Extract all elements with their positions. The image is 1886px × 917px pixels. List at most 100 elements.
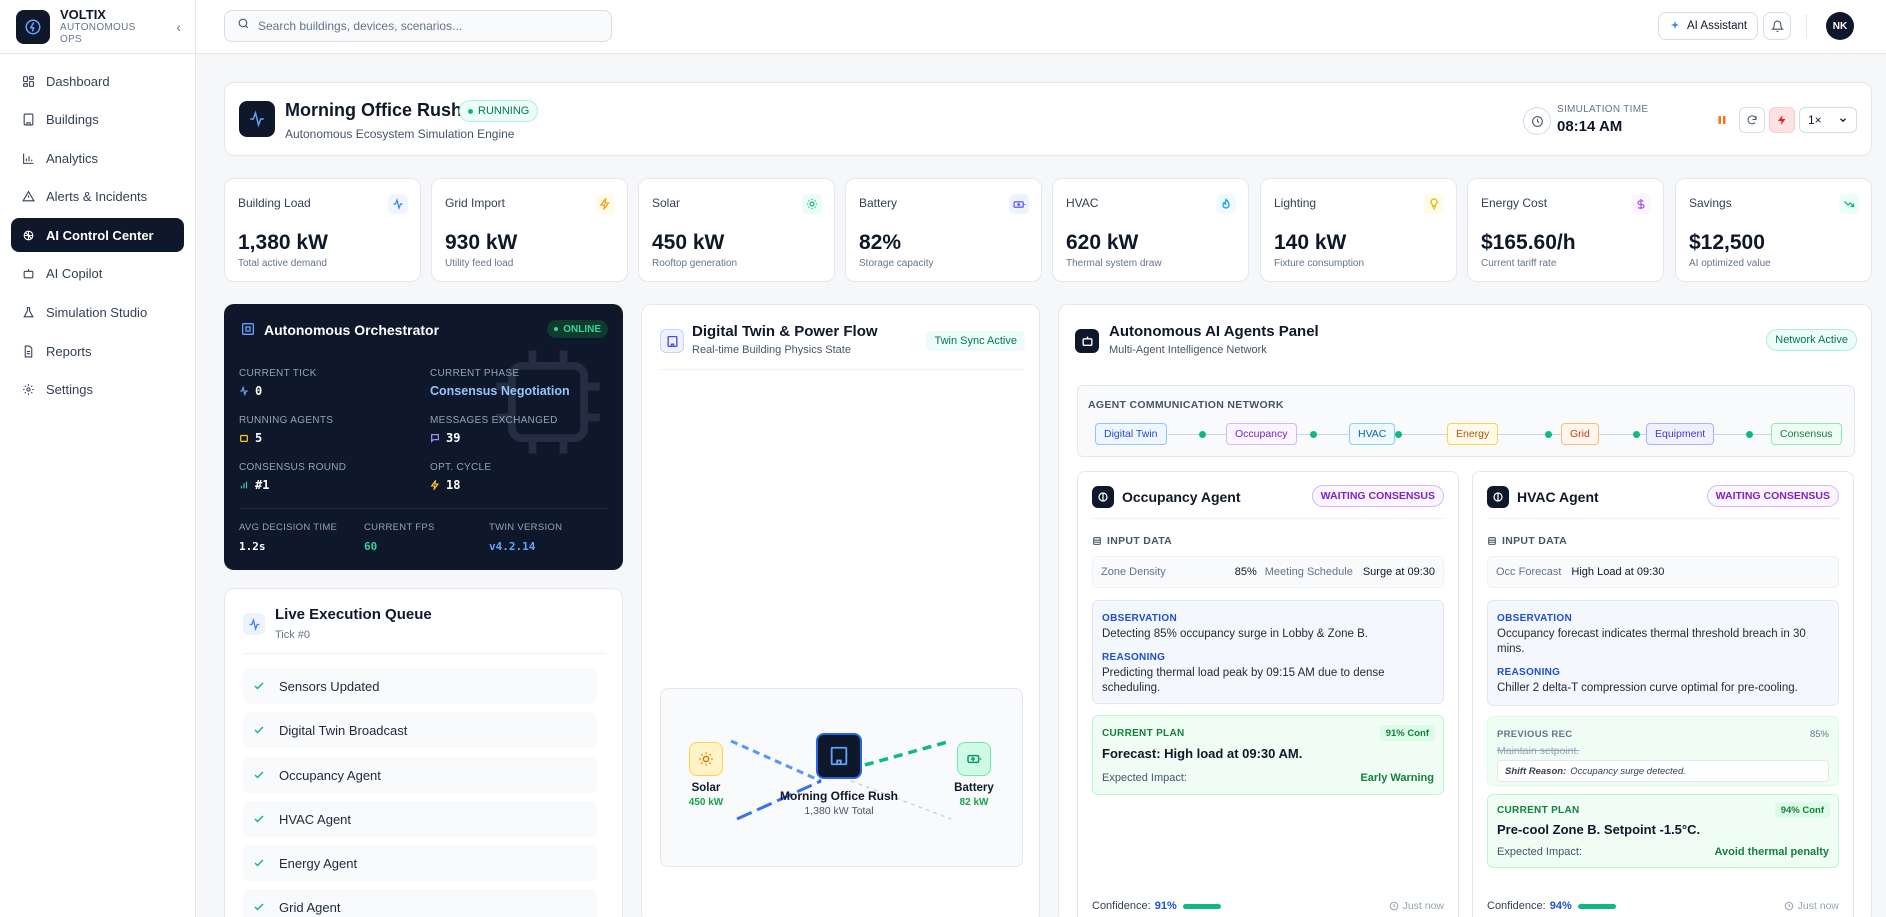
live-execution-queue: Live Execution Queue Tick #0 Sensors Upd… <box>224 588 623 917</box>
hvac-agent-card: HVAC Agent WAITING CONSENSUS INPUT DATA … <box>1472 471 1854 917</box>
collapse-sidebar-icon[interactable]: ‹ <box>176 19 181 35</box>
input-data-text: INPUT DATA <box>1502 535 1568 547</box>
previous-rec-label: PREVIOUS REC <box>1497 729 1573 740</box>
brain-icon <box>21 228 35 242</box>
speed-select[interactable]: 1× <box>1799 107 1857 133</box>
divider <box>1487 518 1839 519</box>
impact-value: Early Warning <box>1360 772 1434 784</box>
confidence-bar <box>1182 903 1221 909</box>
network-node-digital-twin[interactable]: Digital Twin <box>1095 423 1167 445</box>
building-icon <box>660 329 684 353</box>
timestamp: Just now <box>1389 900 1444 912</box>
opt-cycle-value: 18 <box>430 478 460 492</box>
reasoning-label: REASONING <box>1497 667 1561 678</box>
check-icon <box>254 903 264 911</box>
brand-subtitle: AUTONOMOUS OPS <box>60 22 136 45</box>
sidebar-item-analytics[interactable]: Analytics <box>11 141 184 175</box>
network-node-energy[interactable]: Energy <box>1447 423 1499 445</box>
sidebar-item-ai-copilot[interactable]: AI Copilot <box>11 257 184 291</box>
sidebar: VOLTIX AUTONOMOUS OPS ‹ Dashboard Buildi… <box>0 0 196 917</box>
search-input[interactable] <box>258 19 598 33</box>
queue-title: Live Execution Queue <box>275 606 432 623</box>
search-box[interactable] <box>224 10 612 42</box>
network-node-consensus[interactable]: Consensus <box>1771 423 1842 445</box>
scenario-subtitle: Autonomous Ecosystem Simulation Engine <box>285 127 515 141</box>
check-icon <box>254 726 264 734</box>
network-dot <box>1199 431 1206 438</box>
refresh-icon <box>1747 115 1757 125</box>
network-node-occupancy[interactable]: Occupancy <box>1226 423 1297 445</box>
observation-text: Detecting 85% occupancy surge in Lobby &… <box>1102 628 1368 640</box>
input-data-text: INPUT DATA <box>1107 535 1173 547</box>
pause-button[interactable] <box>1709 107 1735 133</box>
observation-box: OBSERVATION Detecting 85% occupancy surg… <box>1092 600 1444 704</box>
network-node-equipment[interactable]: Equipment <box>1646 423 1715 445</box>
sidebar-item-simulation-studio[interactable]: Simulation Studio <box>11 296 184 330</box>
current-tick-label: CURRENT TICK <box>239 368 317 379</box>
metric-subtitle: Storage capacity <box>859 258 934 269</box>
queue-item-label: Digital Twin Broadcast <box>279 722 408 738</box>
reasoning-text: Chiller 2 delta-T compression curve opti… <box>1497 682 1798 694</box>
metric-value: $165.60/h <box>1481 231 1576 254</box>
sidebar-item-dashboard[interactable]: Dashboard <box>11 64 184 98</box>
agent-status-badge: WAITING CONSENSUS <box>1311 485 1444 507</box>
brand: VOLTIX AUTONOMOUS OPS ‹ <box>0 0 195 54</box>
sim-time-value: 08:14 AM <box>1557 118 1623 135</box>
queue-item: Grid Agent <box>243 889 597 917</box>
observation-text: Occupancy forecast indicates thermal thr… <box>1497 628 1806 655</box>
running-agents-text: 5 <box>255 431 263 445</box>
network-dot <box>1545 431 1552 438</box>
timestamp-text: Just now <box>1402 900 1444 912</box>
queue-item-label: Grid Agent <box>279 899 341 915</box>
brain-icon <box>1487 486 1509 508</box>
queue-item-label: Sensors Updated <box>279 678 380 694</box>
activity-icon <box>240 386 248 396</box>
speed-value: 1× <box>1808 113 1822 127</box>
status-text: RUNNING <box>478 105 530 117</box>
metric-card-energy-cost: Energy Cost $165.60/h Current tariff rat… <box>1467 178 1664 282</box>
queue-item: HVAC Agent <box>243 801 597 837</box>
sidebar-item-settings[interactable]: Settings <box>11 373 184 407</box>
consensus-label: CONSENSUS ROUND <box>239 462 347 473</box>
network-dot <box>1395 431 1402 438</box>
sun-icon <box>689 742 723 776</box>
input-key: Meeting Schedule <box>1264 566 1353 578</box>
inject-event-button[interactable] <box>1769 107 1795 133</box>
sidebar-item-label: Buildings <box>46 112 99 128</box>
sidebar-item-alerts[interactable]: Alerts & Incidents <box>11 180 184 214</box>
twin-title: Digital Twin & Power Flow <box>692 323 878 340</box>
ai-assistant-button[interactable]: AI Assistant <box>1658 12 1759 40</box>
avatar[interactable]: NK <box>1826 12 1854 40</box>
sidebar-item-buildings[interactable]: Buildings <box>11 103 184 137</box>
metric-card-lighting: Lighting 140 kW Fixture consumption <box>1260 178 1457 282</box>
twin-sync-badge: Twin Sync Active <box>926 331 1025 351</box>
sidebar-item-label: Settings <box>46 382 93 398</box>
metric-label: Lighting <box>1274 196 1317 210</box>
network-node-grid[interactable]: Grid <box>1561 423 1599 445</box>
current-phase-value: Consensus Negotiation <box>430 384 570 398</box>
search-icon <box>237 17 250 35</box>
reset-button[interactable] <box>1739 107 1765 133</box>
sparkles-icon <box>1671 21 1679 29</box>
topbar: AI Assistant NK <box>196 0 1886 54</box>
metric-subtitle: Total active demand <box>238 258 327 269</box>
observation-box: OBSERVATION Occupancy forecast indicates… <box>1487 600 1839 706</box>
current-plan-text: Forecast: High load at 09:30 AM. <box>1102 746 1303 761</box>
bolt-icon <box>1778 115 1786 125</box>
notifications-button[interactable] <box>1763 12 1791 40</box>
metric-label: Solar <box>652 196 681 210</box>
shift-reason-text: Occupancy surge detected. <box>1570 765 1686 777</box>
chevron-down-icon <box>1840 118 1846 123</box>
twin-version-label: TWIN VERSION <box>489 522 563 533</box>
sidebar-item-reports[interactable]: Reports <box>11 334 184 368</box>
sidebar-item-ai-control-center[interactable]: AI Control Center <box>11 218 184 253</box>
input-data-label: INPUT DATA <box>1487 535 1567 547</box>
scenario-title: Morning Office Rush <box>285 100 462 120</box>
input-key: Zone Density <box>1101 566 1166 578</box>
ai-agents-panel: Autonomous AI Agents Panel Multi-Agent I… <box>1058 304 1872 917</box>
metric-subtitle: Fixture consumption <box>1274 258 1365 269</box>
network-node-hvac[interactable]: HVAC <box>1349 423 1396 445</box>
metric-subtitle: Utility feed load <box>445 258 514 269</box>
input-value: 85% <box>1234 566 1257 578</box>
impact-label: Expected Impact: <box>1497 846 1582 858</box>
